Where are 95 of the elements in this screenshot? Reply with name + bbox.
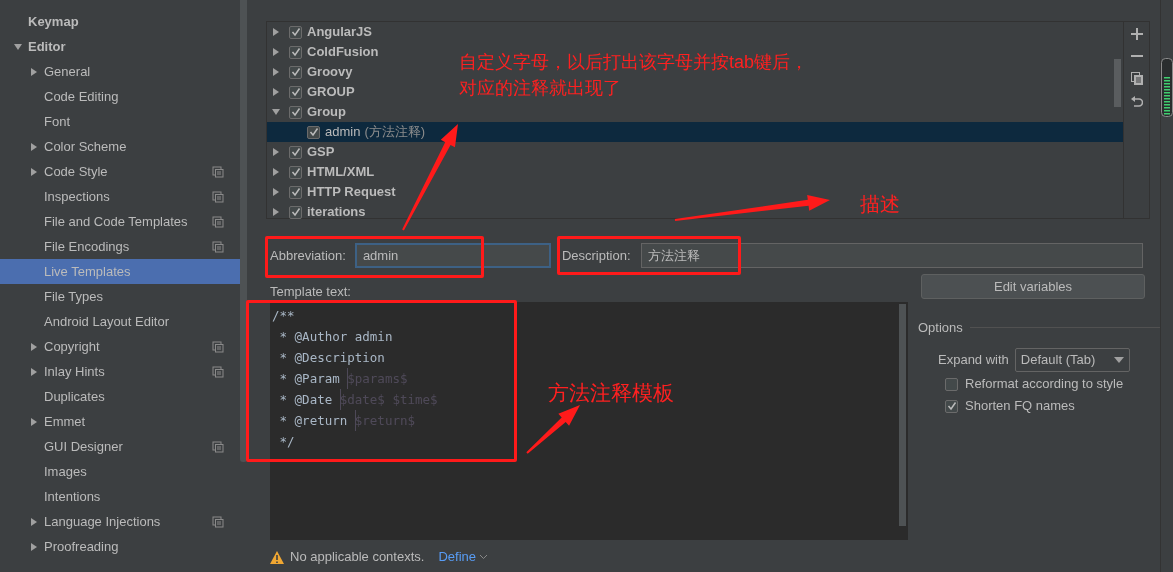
annotation-arrow [526, 405, 580, 454]
annotation-text: 方法注释模板 [548, 380, 674, 406]
expand-arrow-icon[interactable] [29, 366, 39, 377]
sidebar-item[interactable]: Keymap [0, 9, 240, 34]
expand-arrow-icon[interactable] [271, 27, 281, 37]
sidebar-item[interactable]: Language Injections [0, 509, 240, 534]
checkbox-label: Shorten FQ names [965, 397, 1075, 416]
expand-arrow-icon[interactable] [29, 416, 39, 427]
sidebar-item[interactable]: Color Scheme [0, 134, 240, 159]
sidebar-item[interactable]: Intentions [0, 484, 240, 509]
section-title: Options [918, 319, 963, 337]
template-description: (方法注释) [364, 123, 426, 142]
sidebar-item[interactable]: Inspections [0, 184, 240, 209]
scrollbar-thumb[interactable] [899, 304, 906, 526]
scrollbar-thumb[interactable] [1161, 58, 1173, 118]
template-row[interactable]: admin (方法注释) [267, 122, 1123, 142]
template-group-label: Group [307, 103, 346, 122]
code-line: /** [271, 307, 296, 325]
sidebar-item[interactable]: Android Layout Editor [0, 309, 240, 334]
copy-icon[interactable] [1130, 72, 1143, 85]
checkbox[interactable] [289, 185, 302, 199]
sidebar-item[interactable]: Images [0, 459, 240, 484]
caret-icon [1113, 356, 1124, 363]
checkbox[interactable] [289, 165, 302, 179]
expand-arrow-icon[interactable] [271, 147, 281, 157]
sidebar-item[interactable]: File Encodings [0, 234, 240, 259]
checkbox[interactable] [289, 145, 302, 159]
collapse-arrow-icon[interactable] [13, 41, 23, 52]
checkbox[interactable] [289, 105, 302, 119]
sidebar-item[interactable]: Copyright [0, 334, 240, 359]
template-group-label: HTTP Request [307, 183, 396, 202]
annotation-text: 对应的注释就出现了 [459, 77, 621, 100]
template-group-label: AngularJS [307, 23, 372, 42]
collapse-arrow-icon[interactable] [271, 107, 281, 117]
caret-icon[interactable] [479, 554, 488, 560]
expand-arrow-icon[interactable] [271, 207, 281, 217]
define-link[interactable]: Define [438, 547, 488, 567]
sidebar-item[interactable]: Proofreading [0, 534, 240, 559]
sidebar-item[interactable]: GUI Designer [0, 434, 240, 459]
sidebar-item[interactable]: Inlay Hints [0, 359, 240, 384]
sidebar-item[interactable]: Duplicates [0, 384, 240, 409]
template-group-label: GROUP [307, 83, 355, 102]
sidebar-item[interactable]: Font [0, 109, 240, 134]
sidebar-item[interactable]: Code Style [0, 159, 240, 184]
expand-arrow-icon[interactable] [29, 166, 39, 177]
checkbox[interactable] [945, 377, 958, 391]
code-line: */ [278, 433, 296, 451]
add-icon[interactable] [1130, 28, 1143, 40]
sidebar-item[interactable]: File Types [0, 284, 240, 309]
checkbox[interactable] [945, 399, 958, 413]
annotation-text: 描述 [860, 192, 900, 217]
field-label: Abbreviation: [270, 246, 346, 265]
template-group-label: ColdFusion [307, 43, 379, 62]
code-line: * @Author admin [278, 328, 394, 346]
description-field[interactable]: 方法注释 [640, 243, 1143, 268]
scrollbar-thumb[interactable] [240, 0, 247, 462]
template-group-label: GSP [307, 143, 335, 162]
expand-arrow-icon[interactable] [29, 141, 39, 152]
warning-icon [270, 550, 284, 564]
warning-message: No applicable contexts. [290, 548, 425, 567]
abbreviation-field[interactable]: admin [354, 243, 551, 268]
expand-with-dropdown[interactable]: Default (Tab) [1014, 347, 1130, 372]
checkbox[interactable] [289, 45, 302, 59]
checkbox[interactable] [289, 85, 302, 99]
sidebar-item[interactable]: Emmet [0, 409, 240, 434]
template-group-label: Groovy [307, 63, 353, 82]
field-label: Description: [561, 246, 631, 265]
checkbox[interactable] [289, 25, 302, 39]
sidebar-item[interactable]: Editor [0, 34, 240, 59]
annotation-text: 自定义字母，以后打出该字母并按tab键后， [459, 51, 809, 74]
edit-variables-button[interactable]: Edit variables [921, 274, 1145, 299]
template-group-label: HTML/XML [307, 163, 375, 182]
expand-arrow-icon[interactable] [29, 341, 39, 352]
checkbox[interactable] [289, 65, 302, 79]
template-group-label: iterations [307, 203, 366, 222]
checkbox[interactable] [307, 125, 320, 139]
expand-arrow-icon[interactable] [271, 47, 281, 57]
undo-icon[interactable] [1130, 95, 1143, 107]
sidebar-item[interactable]: General [0, 59, 240, 84]
template-text-label: Template text: [270, 283, 352, 301]
expand-arrow-icon[interactable] [271, 87, 281, 97]
sidebar-item[interactable]: File and Code Templates [0, 209, 240, 234]
checkbox[interactable] [289, 205, 302, 219]
checkbox-label: Reformat according to style [965, 375, 1124, 394]
template-name: admin [325, 123, 361, 142]
scrollbar-thumb[interactable] [1114, 59, 1121, 107]
expand-arrow-icon[interactable] [271, 167, 281, 177]
expand-arrow-icon[interactable] [29, 66, 39, 77]
code-line: * @Description [278, 349, 386, 367]
expand-arrow-icon[interactable] [271, 187, 281, 197]
expand-arrow-icon[interactable] [271, 67, 281, 77]
expand-arrow-icon[interactable] [29, 541, 39, 552]
sidebar-item[interactable]: Code Editing [0, 84, 240, 109]
expand-arrow-icon[interactable] [29, 516, 39, 527]
expand-with-label: Expand with [938, 350, 1009, 369]
